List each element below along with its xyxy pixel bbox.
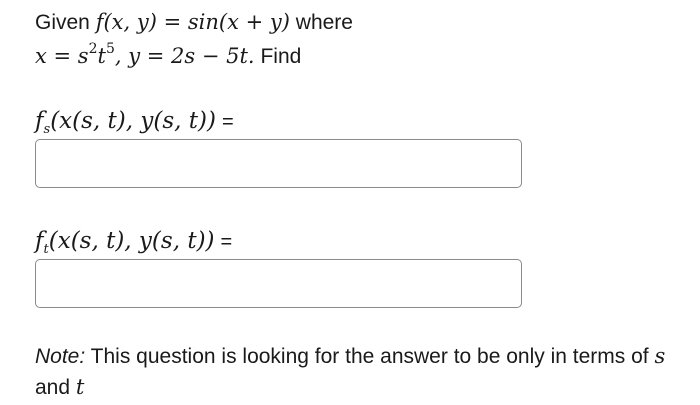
x-definition: x = s2t5: [35, 41, 115, 68]
answer-label-fs: fs(x(s, t), y(s, t)) =: [35, 108, 234, 137]
answer-input-fs[interactable]: [35, 139, 522, 188]
note-var-t: t: [75, 375, 85, 399]
answer-label-ft: ft(x(s, t), y(s, t)) =: [35, 228, 233, 257]
note-and: and: [35, 376, 71, 399]
note-var-s: s: [654, 344, 666, 368]
find-word: Find: [260, 45, 302, 68]
note-body: This question is looking for the answer …: [90, 345, 649, 368]
question-line-2: x = s2t5, y = 2s − 5t. Find: [35, 42, 301, 71]
where-word: where: [295, 11, 353, 34]
answer-input-ft[interactable]: [35, 259, 522, 308]
question-line-1: Given f(x, y) = sin(x + y) where: [35, 8, 353, 37]
note-text: Note: This question is looking for the a…: [35, 341, 675, 403]
y-definition: , y = 2s − 5t.: [114, 44, 255, 68]
given-word: Given: [35, 11, 90, 34]
function-definition: f(x, y) = sin(x + y): [95, 10, 290, 34]
note-prefix: Note:: [35, 345, 86, 368]
